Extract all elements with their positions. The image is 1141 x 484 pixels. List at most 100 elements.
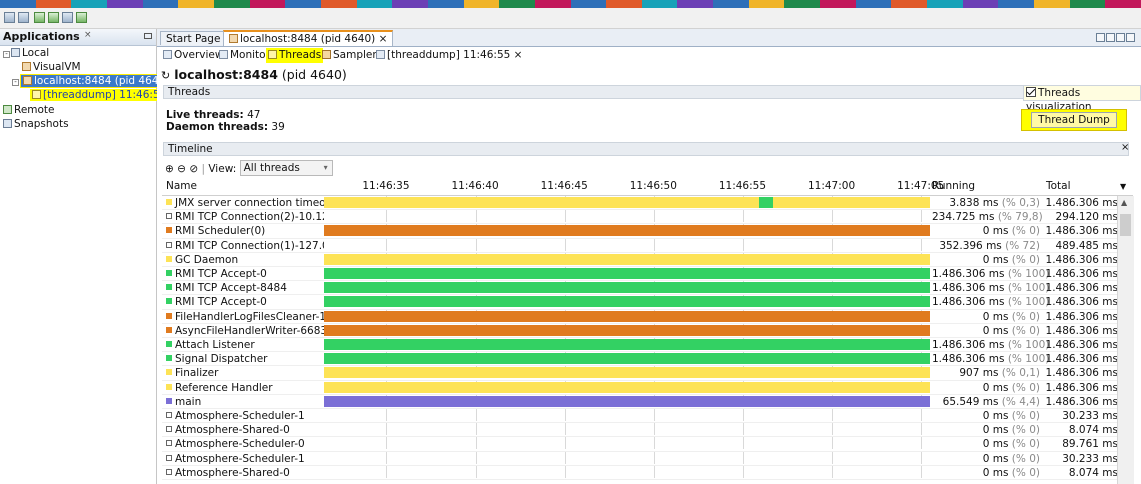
zoom-fit-icon[interactable]: ⊘ (189, 163, 198, 175)
thread-row[interactable]: Atmosphere-Scheduler-1 0 ms (% 0) 30.233 m… (162, 409, 1133, 424)
thread-row[interactable]: JMX server connection timeout 21 3.838 ms… (162, 196, 1133, 211)
zoom-out-icon[interactable]: ⊖ (177, 163, 186, 175)
banner-segment (71, 0, 107, 8)
page-title-pid: (pid 4640) (281, 67, 347, 82)
thread-running: 0 ms (% 0) (932, 324, 1040, 338)
applications-panel: Applications × - Local VisualVM - localhos… (0, 29, 173, 484)
thread-row[interactable]: Finalizer 907 ms (% 0,1) 1.486.306 ms (162, 366, 1133, 381)
overview-icon (163, 50, 172, 59)
threads-visualization-checkbox[interactable] (1026, 87, 1036, 97)
thread-state-segment (324, 395, 930, 407)
thread-row[interactable]: Atmosphere-Shared-0 0 ms (% 0) 8.074 ms (162, 423, 1133, 438)
thread-timeline (324, 380, 930, 393)
col-total-header[interactable]: Total (1046, 180, 1071, 192)
subtab-overview[interactable]: Overview (163, 48, 223, 63)
thread-row[interactable]: Atmosphere-Shared-0 0 ms (% 0) 8.074 ms (162, 465, 1133, 480)
save-icon[interactable] (18, 12, 29, 23)
thread-name-label: Atmosphere-Scheduler-1 (175, 410, 305, 422)
timeline-gridline (742, 210, 744, 223)
thread-state-icon (166, 326, 172, 333)
collapse-icon[interactable]: - (12, 79, 19, 86)
thread-row[interactable]: AsyncFileHandlerWriter-668386784 0 ms (% … (162, 323, 1133, 338)
threaddump-node[interactable]: [threaddump] 11:46:55 (30, 89, 169, 101)
tree-node-localhost-app[interactable]: - localhost:8484 (pid 4640) (12, 74, 173, 88)
monitor-icon (219, 50, 228, 59)
timeline-gridline (475, 423, 477, 436)
heap-dump-icon[interactable] (62, 12, 73, 23)
thread-running-value: 907 ms (959, 367, 999, 380)
column-menu-icon[interactable]: ▼ (1120, 182, 1126, 191)
tree-node-local[interactable]: - Local (3, 47, 49, 60)
thread-row[interactable]: main 65.549 ms (% 4,4) 1.486.306 ms (162, 394, 1133, 409)
thread-row[interactable]: Reference Handler 0 ms (% 0) 1.486.306 ms (162, 380, 1133, 395)
tree-node-visualvm[interactable]: VisualVM (22, 61, 81, 74)
subtab-close-icon[interactable]: × (514, 49, 523, 61)
tree-node-threaddump[interactable]: [threaddump] 11:46:55 (30, 89, 169, 102)
thread-state-segment (758, 197, 774, 208)
thread-row[interactable]: RMI TCP Connection(1)-127.0.0.1 352.396 m… (162, 238, 1133, 253)
table-scrollbar[interactable]: ▲ (1117, 196, 1134, 484)
maximize-icon[interactable] (1126, 33, 1135, 42)
thread-total: 489.485 ms (1055, 239, 1118, 252)
tab-localhost-app[interactable]: localhost:8484 (pid 4640) × (223, 30, 394, 46)
col-running-header[interactable]: Running (932, 180, 975, 192)
thread-running: 0 ms (% 0) (932, 381, 1040, 395)
thread-row[interactable]: RMI TCP Accept-0 1.486.306 ms (% 100) 1.48… (162, 295, 1133, 310)
thread-row[interactable]: Attach Listener 1.486.306 ms (% 100) 1.486… (162, 338, 1133, 353)
main-toolbar (0, 8, 1141, 29)
snapshots-icon (3, 119, 12, 128)
thread-running-percent: (% 4,4) (1001, 395, 1040, 408)
thread-row[interactable]: Atmosphere-Scheduler-0 0 ms (% 0) 89.761 m… (162, 437, 1133, 452)
thread-name: Atmosphere-Shared-0 (166, 466, 324, 480)
tab-close-icon[interactable]: × (379, 33, 388, 45)
subtab-monitor[interactable]: Monitor (219, 48, 270, 63)
refresh-icon[interactable]: ↻ (161, 69, 170, 82)
tree-node-remote[interactable]: Remote (3, 104, 55, 117)
view-select[interactable]: All threads ▾ (239, 160, 333, 176)
thread-row[interactable]: RMI Scheduler(0) 0 ms (% 0) 1.486.306 ms (162, 224, 1133, 239)
collapse-icon[interactable]: - (3, 51, 10, 58)
thread-counts: Live threads: 47 Daemon threads: 39 (166, 109, 285, 133)
timeline-gridline (921, 451, 923, 464)
subtab-threads[interactable]: Threads (266, 48, 324, 63)
thread-row[interactable]: FileHandlerLogFilesCleaner-1 0 ms (% 0) 1.… (162, 309, 1133, 324)
thread-row[interactable]: Atmosphere-Scheduler-1 0 ms (% 0) 30.233 m… (162, 451, 1133, 466)
thread-name: Atmosphere-Shared-0 (166, 423, 324, 437)
tree-node-snapshots[interactable]: Snapshots (3, 118, 69, 131)
thread-running-value: 0 ms (982, 225, 1009, 238)
scroll-tabs-left-icon[interactable] (1096, 33, 1105, 42)
scroll-tabs-right-icon[interactable] (1106, 33, 1115, 42)
open-file-icon[interactable] (4, 12, 15, 23)
add-jmx-icon[interactable] (34, 12, 45, 23)
thread-running: 0 ms (% 0) (932, 253, 1040, 267)
thread-running-percent: (% 0,3) (1001, 197, 1040, 209)
banner-segment (998, 0, 1035, 8)
thread-dump-toolbar-icon[interactable] (76, 12, 87, 23)
tree-label-threaddump: [threaddump] 11:46:55 (43, 89, 167, 101)
zoom-in-icon[interactable]: ⊕ (165, 163, 174, 175)
col-name-header[interactable]: Name (166, 180, 197, 192)
scroll-up-icon[interactable]: ▲ (1121, 198, 1127, 207)
scrollbar-thumb[interactable] (1120, 214, 1131, 236)
tab-list-icon[interactable] (1116, 33, 1125, 42)
timeline-close-icon[interactable]: × (1121, 142, 1129, 153)
thread-row[interactable]: Signal Dispatcher 1.486.306 ms (% 100) 1.4… (162, 352, 1133, 367)
timeline-gridline (653, 238, 655, 251)
minimize-panel-icon[interactable] (144, 33, 152, 39)
thread-running-percent: (% 0) (1011, 410, 1040, 422)
close-panel-icon[interactable]: × (84, 30, 92, 40)
timeline-gridline (921, 423, 923, 436)
timeline-gridline (386, 465, 388, 478)
thread-row[interactable]: GC Daemon 0 ms (% 0) 1.486.306 ms (162, 252, 1133, 267)
subtab-sampler[interactable]: Sampler (322, 48, 377, 63)
timeline-gridline (564, 409, 566, 421)
add-remote-host-icon[interactable] (48, 12, 59, 23)
thread-dump-button[interactable]: Thread Dump (1021, 109, 1127, 131)
subtab-threaddump[interactable]: [threaddump] 11:46:55 × (376, 48, 522, 63)
thread-total: 1.486.306 ms (1045, 339, 1118, 351)
selected-app[interactable]: localhost:8484 (pid 4640) (20, 74, 173, 88)
thread-row[interactable]: RMI TCP Accept-0 1.486.306 ms (% 100) 1.48… (162, 267, 1133, 282)
thread-row[interactable]: RMI TCP Connection(2)-10.122.122 234.725 … (162, 210, 1133, 225)
threads-visualization-toggle[interactable]: Threads visualization (1023, 85, 1141, 113)
thread-row[interactable]: RMI TCP Accept-8484 1.486.306 ms (% 100) 1… (162, 281, 1133, 296)
